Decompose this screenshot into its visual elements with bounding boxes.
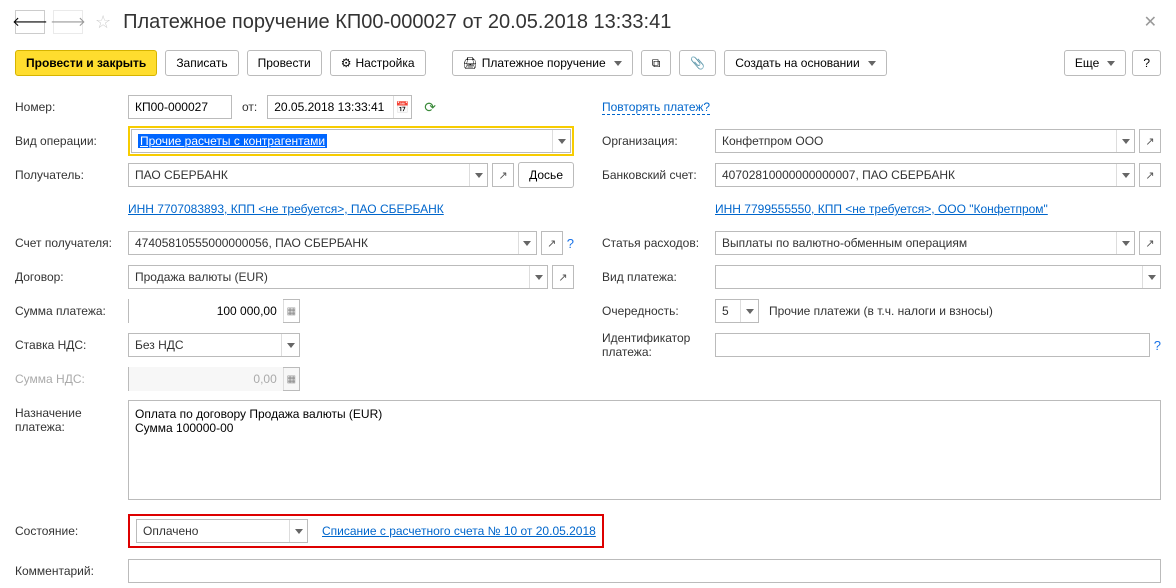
comment-label: Комментарий: [15, 564, 128, 578]
calendar-icon[interactable]: 📅 [393, 96, 411, 118]
printer-icon: 🖨 [463, 56, 478, 70]
bank-account-label: Банковский счет: [602, 168, 715, 182]
priority-combo[interactable]: 5 [715, 299, 759, 323]
calculator-icon [283, 368, 299, 390]
org-combo[interactable]: Конфетпром ООО [715, 129, 1135, 153]
open-org-button[interactable] [1139, 129, 1161, 153]
bank-account-combo[interactable]: 40702810000000000007, ПАО СБЕРБАНК [715, 163, 1135, 187]
recipient-label: Получатель: [15, 168, 128, 182]
dossier-button[interactable]: Досье [518, 162, 574, 188]
help-button[interactable]: ? [1132, 50, 1161, 76]
vat-sum-input-wrapper [128, 367, 300, 391]
state-label: Состояние: [15, 524, 128, 538]
chevron-down-icon[interactable] [1142, 266, 1160, 288]
gear-icon: ⚙ [341, 56, 352, 70]
open-recipient-button[interactable] [492, 163, 514, 187]
repeat-payment-link[interactable]: Повторять платеж? [602, 100, 710, 115]
settings-button[interactable]: ⚙Настройка [330, 50, 426, 76]
chevron-down-icon[interactable] [281, 334, 299, 356]
open-contract-button[interactable] [552, 265, 574, 289]
purpose-textarea[interactable] [128, 400, 1161, 500]
related-button[interactable]: ⧉ [641, 50, 672, 76]
create-based-button[interactable]: Создать на основании [724, 50, 887, 76]
chevron-down-icon[interactable] [518, 232, 536, 254]
attach-button[interactable]: 📎 [679, 50, 716, 76]
vat-rate-combo[interactable]: Без НДС [128, 333, 300, 357]
contract-combo[interactable]: Продажа валюты (EUR) [128, 265, 548, 289]
identifier-input[interactable] [715, 333, 1150, 357]
state-combo[interactable]: Оплачено [136, 519, 308, 543]
number-label: Номер: [15, 100, 128, 114]
open-expense-button[interactable] [1139, 231, 1161, 255]
sum-input-wrapper[interactable] [128, 299, 300, 323]
recipient-account-combo[interactable]: 47405810555000000056, ПАО СБЕРБАНК [128, 231, 537, 255]
contract-label: Договор: [15, 270, 128, 284]
payment-kind-combo[interactable] [715, 265, 1161, 289]
print-payment-button[interactable]: 🖨Платежное поручение [452, 50, 633, 76]
comment-input[interactable] [128, 559, 1161, 583]
help-icon[interactable]: ? [1154, 338, 1161, 353]
favorite-star-icon[interactable]: ☆ [95, 12, 111, 33]
chevron-down-icon[interactable] [740, 300, 758, 322]
post-and-close-button[interactable]: Провести и закрыть [15, 50, 157, 76]
date-input-wrapper[interactable]: 📅 [267, 95, 412, 119]
paperclip-icon: 📎 [690, 56, 705, 70]
date-input[interactable] [268, 96, 393, 118]
vat-sum-input [129, 367, 283, 391]
refresh-icon[interactable]: ⟳ [424, 99, 436, 116]
expense-combo[interactable]: Выплаты по валютно-обменным операциям [715, 231, 1135, 255]
purpose-label: Назначение платежа: [15, 400, 128, 500]
chevron-down-icon[interactable] [289, 520, 307, 542]
write-button[interactable]: Записать [165, 50, 238, 76]
priority-description: Прочие платежи (в т.ч. налоги и взносы) [769, 304, 993, 318]
nav-forward-button[interactable]: 🡒 [53, 10, 83, 34]
chevron-down-icon[interactable] [552, 130, 570, 152]
structure-icon: ⧉ [652, 56, 661, 71]
chevron-down-icon[interactable] [1116, 130, 1134, 152]
from-label: от: [236, 100, 263, 114]
post-button[interactable]: Провести [247, 50, 322, 76]
open-recipient-account-button[interactable] [541, 231, 563, 255]
recipient-inn-link[interactable]: ИНН 7707083893, КПП <не требуется>, ПАО … [128, 202, 444, 216]
writeoff-link[interactable]: Списание с расчетного счета № 10 от 20.0… [322, 524, 596, 538]
org-inn-link[interactable]: ИНН 7799555550, КПП <не требуется>, ООО … [715, 202, 1048, 216]
priority-label: Очередность: [602, 304, 715, 318]
org-label: Организация: [602, 134, 715, 148]
identifier-label: Идентификатор платежа: [602, 331, 715, 359]
nav-back-button[interactable]: 🡐 [15, 10, 45, 34]
sum-label: Сумма платежа: [15, 304, 128, 318]
chevron-down-icon[interactable] [1116, 164, 1134, 186]
calculator-icon[interactable] [283, 300, 299, 322]
page-title: Платежное поручение КП00-000027 от 20.05… [123, 11, 1131, 34]
number-input[interactable] [128, 95, 232, 119]
optype-label: Вид операции: [15, 134, 128, 148]
operation-type-combo[interactable]: Прочие расчеты с контрагентами [131, 129, 571, 153]
open-bank-account-button[interactable] [1139, 163, 1161, 187]
chevron-down-icon[interactable] [1116, 232, 1134, 254]
chevron-down-icon[interactable] [469, 164, 487, 186]
operation-type-value: Прочие расчеты с контрагентами [138, 134, 327, 148]
vat-sum-label: Сумма НДС: [15, 372, 128, 386]
more-button[interactable]: Еще [1064, 50, 1126, 76]
chevron-down-icon[interactable] [529, 266, 547, 288]
payment-kind-label: Вид платежа: [602, 270, 715, 284]
vat-rate-label: Ставка НДС: [15, 338, 128, 352]
sum-input[interactable] [129, 299, 283, 323]
recipient-account-label: Счет получателя: [15, 236, 128, 250]
close-icon[interactable]: ✕ [1140, 8, 1161, 36]
expense-label: Статья расходов: [602, 236, 715, 250]
recipient-combo[interactable]: ПАО СБЕРБАНК [128, 163, 488, 187]
help-icon[interactable]: ? [567, 236, 574, 251]
